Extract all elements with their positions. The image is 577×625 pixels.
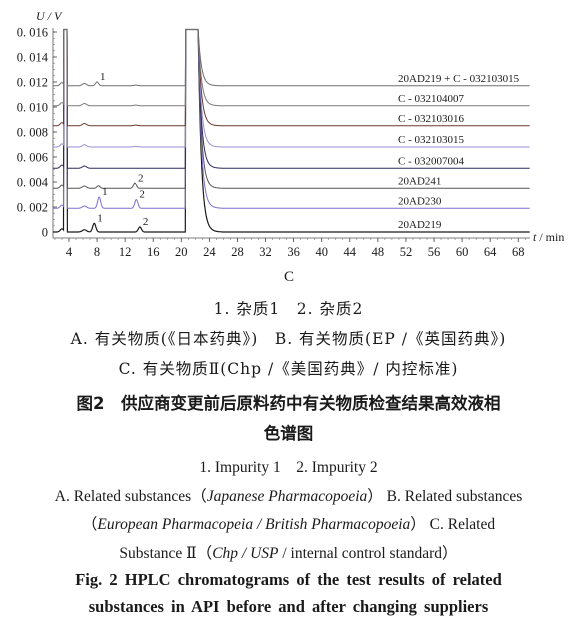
methods-en-line3-b: Chp / USP	[212, 545, 279, 562]
trace-label: C - 032007004	[398, 155, 465, 167]
trace-label: 20AD219 + C - 032103015	[398, 73, 520, 85]
peak-label: 2	[143, 216, 149, 228]
x-tick-label: 4	[66, 245, 73, 259]
figure-title-cn-line2: 色谱图	[263, 424, 314, 443]
y-axis: 0 0. 002 0. 004 0. 006 0. 008 0. 010 0. 012 0. …	[17, 26, 57, 240]
methods-cn-line1: A. 有关物质(《日本药典》) B. 有关物质(EP /《英国药典》)	[70, 330, 507, 348]
x-axis-label: t / min	[533, 230, 564, 244]
y-tick-label: 0. 010	[17, 101, 48, 115]
x-tick-label: 24	[203, 245, 216, 259]
y-tick-label: 0. 006	[17, 151, 48, 165]
x-tick-label: 48	[372, 245, 385, 259]
peak-label: 1	[97, 212, 103, 224]
figure-title-en-line1: Fig. 2 HPLC chromatograms of the test re…	[75, 570, 502, 589]
x-tick-label: 36	[287, 245, 300, 259]
methods-en-line1: A. Related substances（Japanese Pharmacop…	[0, 484, 577, 506]
trace-line	[53, 28, 530, 233]
x-tick-label: 56	[428, 245, 441, 259]
trace-label: 20AD241	[398, 175, 441, 187]
peak-label: 1	[100, 71, 106, 83]
x-tick-label: 12	[119, 245, 132, 259]
trace-label: 20AD230	[398, 195, 442, 207]
x-tick-label: 40	[315, 245, 328, 259]
methods-en-line2-a: （	[81, 516, 98, 533]
y-tick-label: 0. 016	[17, 26, 48, 40]
traces	[53, 28, 530, 233]
methods-en-line1-c: ） B. Related substances	[367, 488, 523, 505]
peak-label: 1	[102, 186, 108, 198]
x-tick-label: 44	[344, 245, 357, 259]
trace-label: C - 032103016	[398, 113, 465, 125]
x-tick-label: 28	[231, 245, 244, 259]
trace-label: C - 032104007	[398, 93, 465, 105]
x-tick-label: 68	[512, 245, 525, 259]
y-axis-title: U / V	[36, 9, 63, 23]
x-tick-label: 8	[94, 245, 100, 259]
y-axis-label: U / V	[36, 9, 63, 23]
methods-en-line2-c: ） C. Related	[410, 516, 496, 533]
y-tick-label: 0	[42, 226, 48, 240]
methods-en-line3-c: / internal control standard）	[278, 545, 458, 562]
x-tick-label: 16	[147, 245, 160, 259]
hplc-chromatogram: U / V 0 0. 002 0. 004 0. 006 0. 008 0. 010 0. …	[17, 9, 565, 285]
y-tick-label: 0. 014	[17, 51, 49, 65]
y-tick-label: 0. 012	[17, 76, 48, 90]
methods-en-line1-a: A. Related substances（	[54, 488, 207, 505]
peak-legend-cn: 1. 杂质1 2. 杂质2	[213, 300, 364, 318]
y-tick-label: 0. 002	[17, 201, 48, 215]
panel-letter: C	[284, 269, 294, 285]
x-tick-label: 60	[456, 245, 469, 259]
peak-label: 2	[139, 189, 145, 201]
figure-title-cn-line1: 图2 供应商变更前后原料药中有关物质检查结果高效液相	[76, 394, 501, 413]
trace-line	[53, 29, 530, 148]
x-tick-label: 20	[175, 245, 188, 259]
x-tick-label: 32	[259, 245, 272, 259]
figure-title-en-line2: substances in API before and after chang…	[88, 597, 489, 616]
x-tick-label: 52	[400, 245, 413, 259]
trace-label: C - 032103015	[398, 134, 465, 146]
trace-labels: 20AD219 1 2 20AD230 1 2 20AD241 2 C - 032007004 C…	[97, 71, 519, 231]
peak-label: 2	[138, 172, 144, 184]
methods-en-line3: Substance Ⅱ（Chp / USP / internal control…	[0, 541, 577, 563]
methods-en-line2-b: European Pharmacopeia / British Pharmaco…	[97, 516, 411, 533]
trace-label: 20AD219	[398, 219, 442, 231]
peak-legend-en: 1. Impurity 1 2. Impurity 2	[199, 459, 378, 476]
x-axis-unit: / min	[536, 230, 564, 244]
x-tick-label: 64	[484, 245, 497, 259]
y-tick-label: 0. 004	[17, 176, 49, 190]
methods-en-line3-a: Substance Ⅱ（	[119, 545, 213, 562]
methods-cn-line2: C. 有关物质Ⅱ(Chp /《美国药典》/ 内控标准)	[118, 360, 459, 378]
methods-en-line1-b: Japanese Pharmacopoeia	[206, 488, 368, 505]
x-axis: 4 8 12 16 20 24 28 32 36 40 44 48 52 56 60 64 68	[53, 237, 530, 259]
methods-en-line2: （European Pharmacopeia / British Pharmac…	[0, 512, 577, 534]
y-tick-label: 0. 008	[17, 126, 48, 140]
